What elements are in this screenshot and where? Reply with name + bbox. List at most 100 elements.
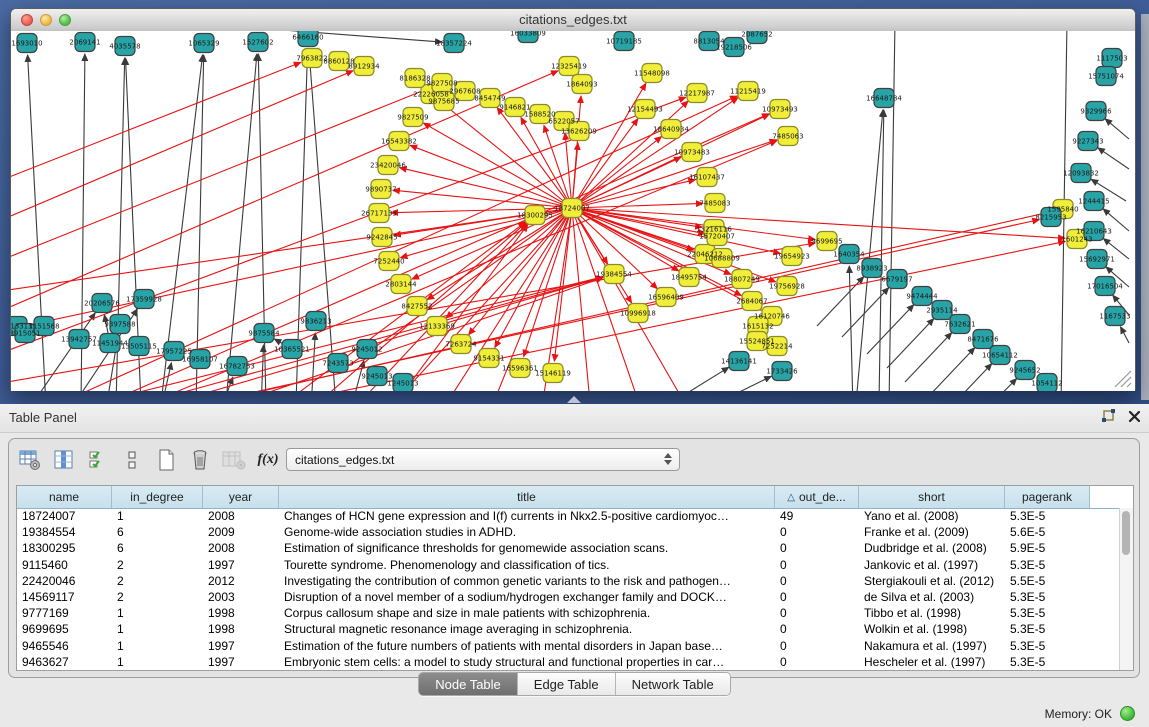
table-row[interactable]: 969969511998Structural magnetic resonanc… — [17, 622, 1133, 638]
column-header-short[interactable]: short — [859, 486, 1005, 508]
graph-node-label: 18495754 — [671, 274, 707, 282]
graph-node-label: 18357224 — [436, 40, 472, 48]
graph-node-label: 17957225 — [156, 348, 192, 356]
graph-node-label: 9875584 — [248, 330, 280, 338]
graph-node-label: 9397588 — [104, 321, 135, 329]
table-cell: 1 — [112, 622, 203, 638]
graph-node-label: 16033809 — [510, 31, 546, 38]
table-selector-dropdown[interactable]: citations_edges.txt — [286, 448, 680, 471]
column-header-name[interactable]: name — [17, 486, 112, 508]
delete-table-icon[interactable] — [221, 447, 247, 473]
node-table[interactable]: namein_degreeyeartitle△out_de...shortpag… — [16, 485, 1134, 671]
graph-node-label: 1595840 — [1047, 206, 1078, 214]
function-builder-icon[interactable]: f(x) — [255, 447, 281, 473]
tab-edge-table[interactable]: Edge Table — [518, 673, 616, 695]
table-cell: 9777169 — [17, 606, 112, 622]
column-header-filler — [1090, 486, 1133, 508]
table-scrollbar-thumb[interactable] — [1122, 511, 1130, 555]
table-cell: 0 — [775, 590, 859, 606]
table-row[interactable]: 1938455462009Genome-wide association stu… — [17, 525, 1133, 541]
graph-node-label: 1693010 — [11, 40, 42, 48]
graph-node-label: 9245012 — [351, 346, 382, 354]
graph-node-label: 11548098 — [634, 70, 670, 78]
graph-node-label: 15720407 — [699, 233, 735, 241]
table-container: f(x) citations_edges.txt namein_degreeye… — [8, 438, 1140, 678]
graph-node-label: 10973493 — [762, 106, 798, 114]
table-row[interactable]: 911546021997Tourette syndrome. Phenomeno… — [17, 558, 1133, 574]
select-columns-icon[interactable] — [85, 447, 111, 473]
graph-node-label: 19384554 — [596, 271, 632, 279]
background-window-edge — [1141, 14, 1149, 400]
graph-node-label: 17016504 — [1087, 283, 1123, 291]
table-cell: 0 — [775, 541, 859, 557]
table-cell: 14569117 — [17, 590, 112, 606]
tab-network-table[interactable]: Network Table — [616, 673, 730, 695]
column-header-title[interactable]: title — [279, 486, 775, 508]
table-cell: 5.3E-5 — [1005, 655, 1090, 671]
table-row[interactable]: 977716911998Corpus callosum shape and si… — [17, 606, 1133, 622]
close-panel-icon[interactable] — [1128, 410, 1141, 423]
delete-columns-icon[interactable] — [187, 447, 213, 473]
table-scrollbar[interactable] — [1119, 508, 1133, 670]
graph-node-label: 1864093 — [566, 81, 597, 89]
table-cell: 9463627 — [17, 655, 112, 671]
graph-node-label: 1640354 — [833, 251, 865, 259]
graph-node-label: 7243573 — [322, 360, 353, 368]
column-header-in_degree[interactable]: in_degree — [112, 486, 203, 508]
table-cell: 5.3E-5 — [1005, 558, 1090, 574]
graph-node-label: 15751074 — [1088, 73, 1124, 81]
network-view-window: citations_edges.txt 18724007222260589827… — [10, 8, 1136, 391]
table-cell: 5.9E-5 — [1005, 541, 1090, 557]
graph-node-label: 16958107 — [182, 356, 218, 364]
table-cell: Estimation of significance thresholds fo… — [279, 541, 775, 557]
graph-node-label: 2087652 — [741, 31, 772, 39]
table-cell: 0 — [775, 655, 859, 671]
sort-ascending-icon: △ — [787, 492, 795, 503]
float-panel-icon[interactable] — [1101, 409, 1116, 424]
table-cell: de Silva et al. (2003) — [859, 590, 1005, 606]
table-row[interactable]: 946362711997Embryonic stem cells: a mode… — [17, 655, 1133, 671]
graph-node-label: 1245013 — [387, 380, 418, 388]
column-header-pagerank[interactable]: pagerank — [1005, 486, 1090, 508]
column-header-year[interactable]: year — [203, 486, 279, 508]
table-row[interactable]: 946554611997Estimation of the future num… — [17, 639, 1133, 655]
memory-status-indicator — [1120, 706, 1135, 721]
table-settings-icon[interactable] — [17, 447, 43, 473]
tab-node-table[interactable]: Node Table — [419, 673, 518, 695]
graph-node-label: 7485063 — [772, 133, 803, 141]
table-mode-icon[interactable] — [119, 447, 145, 473]
graph-node-label: 10973483 — [674, 149, 710, 157]
table-cell: 0 — [775, 639, 859, 655]
graph-node-label: 1117503 — [1096, 55, 1127, 63]
graph-node-label: 10996918 — [620, 310, 656, 318]
table-cell: Franke et al. (2009) — [859, 525, 1005, 541]
table-row[interactable]: 1830029562008Estimation of significance … — [17, 541, 1133, 557]
column-header-out_de[interactable]: △out_de... — [775, 486, 859, 508]
table-body: 1872400712008Changes of HCN gene express… — [17, 509, 1133, 671]
graph-node-label: 6522057 — [548, 118, 579, 126]
citation-network-graph[interactable]: 1872400722226058982750916543382234200469… — [11, 31, 1135, 391]
table-cell: 9115460 — [17, 558, 112, 574]
graph-node-label: 9875685 — [428, 98, 459, 106]
graph-node-label: 7252214 — [761, 343, 793, 351]
table-cell: 6 — [112, 541, 203, 557]
graph-node-label: 23420046 — [370, 162, 406, 170]
graph-node-label: 9242845 — [366, 234, 397, 242]
table-cell: Structural magnetic resonance image aver… — [279, 622, 775, 638]
graph-node-label: 9827508 — [426, 80, 457, 88]
table-row[interactable]: 2242004622012Investigating the contribut… — [17, 574, 1133, 590]
status-bar: Memory: OK — [0, 700, 1149, 727]
graph-node-label: 7252440 — [373, 258, 404, 266]
table-cell: Investigating the contribution of common… — [279, 574, 775, 590]
graph-node-label: 1601243 — [1061, 236, 1092, 244]
graph-node-label: 9827509 — [397, 114, 428, 122]
graph-node-label: 26717133 — [361, 210, 397, 218]
create-column-icon[interactable] — [153, 447, 179, 473]
split-pane-handle[interactable] — [567, 396, 581, 403]
graph-node-label: 10654112 — [982, 352, 1018, 360]
table-row[interactable]: 1456911722003Disruption of a novel membe… — [17, 590, 1133, 606]
show-columns-icon[interactable] — [51, 447, 77, 473]
table-row[interactable]: 1872400712008Changes of HCN gene express… — [17, 509, 1133, 525]
network-canvas[interactable]: 1872400722226058982750916543382234200469… — [11, 31, 1135, 391]
window-titlebar[interactable]: citations_edges.txt — [11, 9, 1135, 32]
